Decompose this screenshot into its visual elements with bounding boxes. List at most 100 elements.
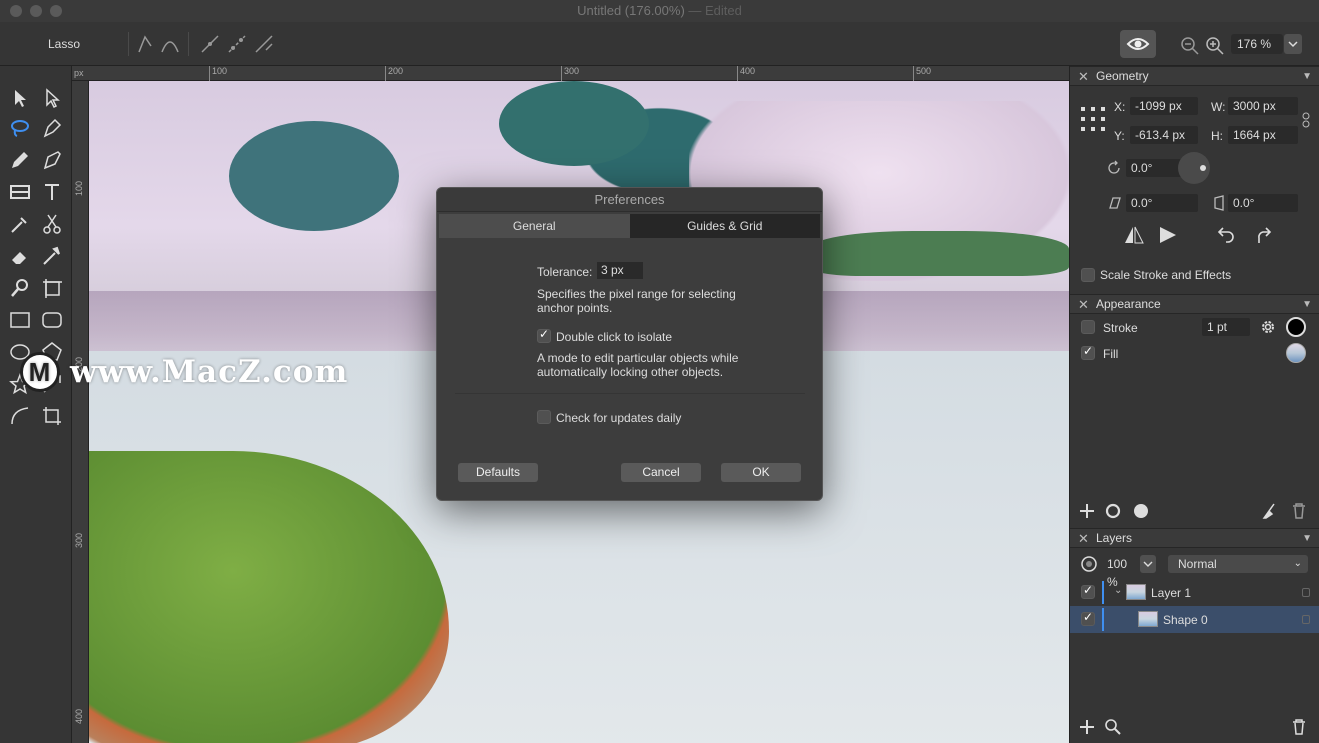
stroke-width-field[interactable]: 1 pt: [1202, 318, 1250, 336]
current-tool-name: Lasso: [48, 37, 81, 51]
rotation-dial-handle[interactable]: [1200, 165, 1206, 171]
search-icon[interactable]: [1104, 718, 1122, 736]
color-picker-tool-icon[interactable]: [40, 244, 64, 268]
geometry-section-header[interactable]: ✕ Geometry ▼: [1070, 66, 1319, 86]
eyedropper-tool-icon[interactable]: [8, 212, 32, 236]
rotate-right-icon[interactable]: [1252, 224, 1274, 246]
width-field[interactable]: 3000 px: [1228, 97, 1298, 115]
chevron-down-icon[interactable]: ▼: [1302, 529, 1312, 548]
add-fill-icon[interactable]: [1132, 502, 1150, 520]
scale-stroke-checkbox[interactable]: [1081, 268, 1095, 282]
node-tool-icon[interactable]: [40, 86, 64, 110]
stroke-checkbox[interactable]: [1081, 320, 1095, 334]
add-layer-icon[interactable]: [1078, 718, 1096, 736]
stroke-color-swatch[interactable]: [1286, 317, 1306, 337]
layer-row[interactable]: ⌄ Layer 1: [1070, 579, 1319, 606]
check-updates-checkbox[interactable]: [537, 410, 551, 424]
close-icon[interactable]: ✕: [1078, 295, 1089, 314]
close-icon[interactable]: ✕: [1078, 529, 1089, 548]
x-position-field[interactable]: -1099 px: [1130, 97, 1198, 115]
y-position-field[interactable]: -613.4 px: [1130, 126, 1198, 144]
y-label: Y:: [1114, 129, 1125, 143]
disclosure-chevron-icon[interactable]: ⌄: [1114, 585, 1122, 596]
lock-icon[interactable]: [1302, 615, 1310, 624]
crop-tool-icon[interactable]: [40, 404, 64, 428]
isolate-description: automatically locking other objects.: [537, 365, 724, 379]
corner-node-icon[interactable]: [133, 32, 157, 56]
eraser-tool-icon[interactable]: [8, 244, 32, 268]
delete-layer-icon[interactable]: [1290, 718, 1308, 736]
pen-tool-icon[interactable]: [40, 116, 64, 140]
zoom-level-field[interactable]: 176 %: [1231, 34, 1283, 54]
zoom-dropdown-button[interactable]: [1284, 34, 1302, 54]
blend-mode-select[interactable]: Normal ⌄: [1168, 555, 1308, 573]
text-tool-icon[interactable]: [40, 180, 64, 204]
fill-image-swatch[interactable]: [1286, 343, 1306, 363]
scissors-tool-icon[interactable]: [40, 212, 64, 236]
height-field[interactable]: 1664 px: [1228, 126, 1298, 144]
zoom-in-icon[interactable]: [1203, 34, 1227, 58]
appearance-section-header[interactable]: ✕ Appearance ▼: [1070, 294, 1319, 314]
layers-section-header[interactable]: ✕ Layers ▼: [1070, 528, 1319, 548]
lock-icon[interactable]: [1302, 588, 1310, 597]
skew-field[interactable]: 0.0°: [1228, 194, 1298, 212]
trash-icon[interactable]: [1290, 502, 1308, 520]
artboard-tool-icon[interactable]: [40, 276, 64, 300]
link-icon[interactable]: [1301, 112, 1311, 128]
tab-general[interactable]: General: [439, 214, 630, 238]
flip-horizontal-icon[interactable]: [1123, 224, 1145, 246]
double-click-isolate-checkbox[interactable]: [537, 327, 551, 343]
layer-visibility-checkbox[interactable]: [1081, 583, 1095, 599]
brush-tool-icon[interactable]: [40, 148, 64, 172]
pencil-tool-icon[interactable]: [8, 148, 32, 172]
opacity-dropdown-button[interactable]: [1140, 555, 1156, 573]
add-stroke-icon[interactable]: [1104, 502, 1122, 520]
join-path-icon[interactable]: [225, 32, 249, 56]
smooth-node-icon[interactable]: [158, 32, 182, 56]
ruler-unit: px: [74, 68, 84, 78]
lasso-tool-icon[interactable]: [8, 116, 32, 140]
zoom-tool-icon[interactable]: [8, 276, 32, 300]
arc-tool-icon[interactable]: [8, 404, 32, 428]
watermark-logo: M: [20, 352, 60, 392]
chevron-down-icon[interactable]: ▼: [1302, 67, 1312, 86]
layer-opacity-field[interactable]: 100 %: [1102, 555, 1140, 589]
break-path-icon[interactable]: [198, 32, 222, 56]
canvas-image-treeline: [809, 231, 1069, 276]
app-window: Untitled (176.00%) — Edited Lasso 176 %: [0, 0, 1319, 743]
fill-checkbox[interactable]: [1081, 344, 1095, 360]
zoom-out-icon[interactable]: [1178, 34, 1202, 58]
defaults-button[interactable]: Defaults: [458, 463, 538, 482]
zoom-window-button[interactable]: [50, 5, 62, 17]
tolerance-field[interactable]: 3 px: [597, 262, 643, 279]
minimize-window-button[interactable]: [30, 5, 42, 17]
chevron-down-icon[interactable]: ▼: [1302, 295, 1312, 314]
shape-builder-tool-icon[interactable]: [8, 180, 32, 204]
ruler-tick: 100: [209, 66, 227, 81]
rotate-left-icon[interactable]: [1215, 224, 1237, 246]
chevron-down-icon: [1288, 41, 1298, 48]
close-window-button[interactable]: [10, 5, 22, 17]
close-icon[interactable]: ✕: [1078, 67, 1089, 86]
anchor-grid-icon[interactable]: [1080, 106, 1106, 132]
layer-visibility-checkbox[interactable]: [1081, 610, 1095, 626]
add-icon[interactable]: [1078, 502, 1096, 520]
layer-row[interactable]: Shape 0: [1070, 606, 1319, 633]
move-tool-icon[interactable]: [8, 86, 32, 110]
tab-guides-grid[interactable]: Guides & Grid: [629, 214, 820, 238]
shear-field[interactable]: 0.0°: [1126, 194, 1198, 212]
flip-vertical-icon[interactable]: [1157, 224, 1179, 246]
delete-node-icon[interactable]: [252, 32, 276, 56]
layer-name: Layer 1: [1151, 586, 1192, 600]
vertical-ruler: 100 200 300 400: [72, 81, 89, 743]
ok-button[interactable]: OK: [721, 463, 801, 482]
rectangle-tool-icon[interactable]: [8, 308, 32, 332]
gear-icon[interactable]: [1259, 318, 1277, 336]
rounded-rectangle-tool-icon[interactable]: [40, 308, 64, 332]
cancel-button[interactable]: Cancel: [621, 463, 701, 482]
isolate-description: A mode to edit particular objects while: [537, 351, 739, 365]
broom-icon[interactable]: [1260, 502, 1278, 520]
rotation-dial[interactable]: [1178, 152, 1210, 184]
preview-toggle-button[interactable]: [1120, 30, 1156, 58]
skew-icon: [1214, 195, 1224, 211]
